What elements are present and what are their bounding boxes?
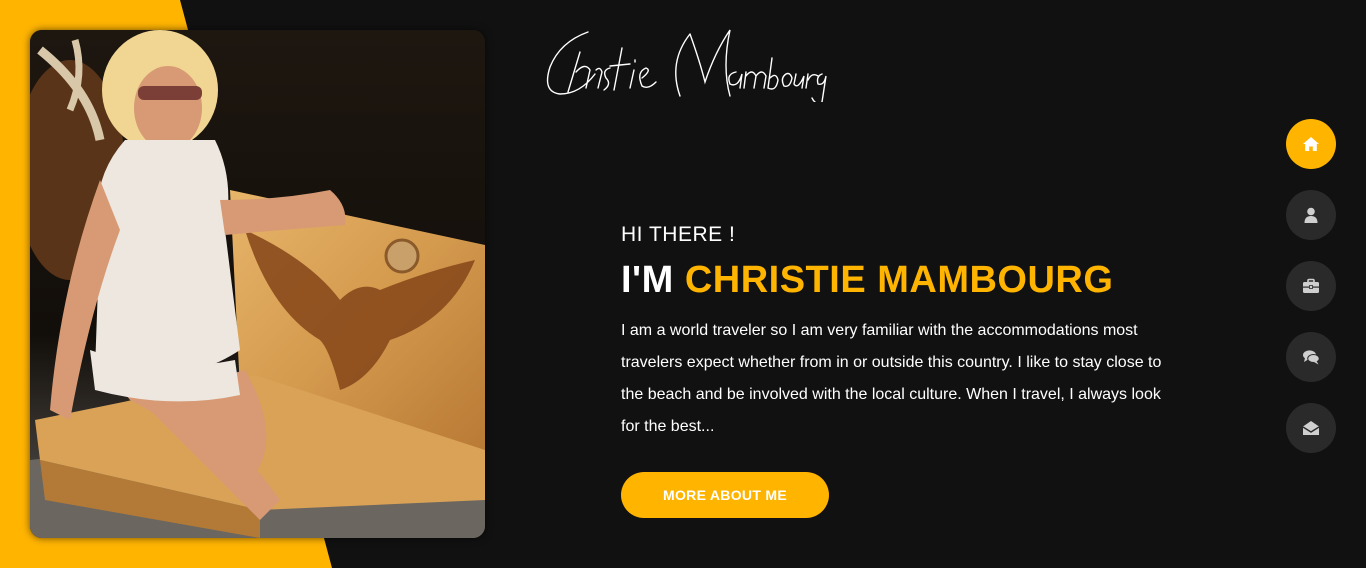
signature-logo[interactable]: [540, 22, 830, 102]
briefcase-icon: [1303, 278, 1319, 293]
side-nav: [1286, 119, 1336, 474]
home-icon: [1303, 137, 1319, 151]
nav-blog-button[interactable]: [1286, 332, 1336, 382]
envelope-open-icon: [1302, 421, 1320, 435]
greeting-text: HI THERE !: [621, 223, 736, 246]
profile-photo: [30, 30, 485, 538]
bio-text: I am a world traveler so I am very famil…: [621, 322, 1162, 435]
comments-icon: [1303, 350, 1320, 365]
nav-home-button[interactable]: [1286, 119, 1336, 169]
headline-prefix: I'M: [621, 259, 674, 301]
nav-portfolio-button[interactable]: [1286, 261, 1336, 311]
nav-about-button[interactable]: [1286, 190, 1336, 240]
user-icon: [1304, 207, 1318, 223]
intro-section: HI THERE ! I'M CHRISTIE MAMBOURG I am a …: [621, 223, 1181, 443]
headline: I'M CHRISTIE MAMBOURG: [621, 257, 1181, 303]
more-about-me-button[interactable]: MORE ABOUT ME: [621, 472, 829, 518]
nav-contact-button[interactable]: [1286, 403, 1336, 453]
headline-name: CHRISTIE MAMBOURG: [684, 259, 1114, 301]
